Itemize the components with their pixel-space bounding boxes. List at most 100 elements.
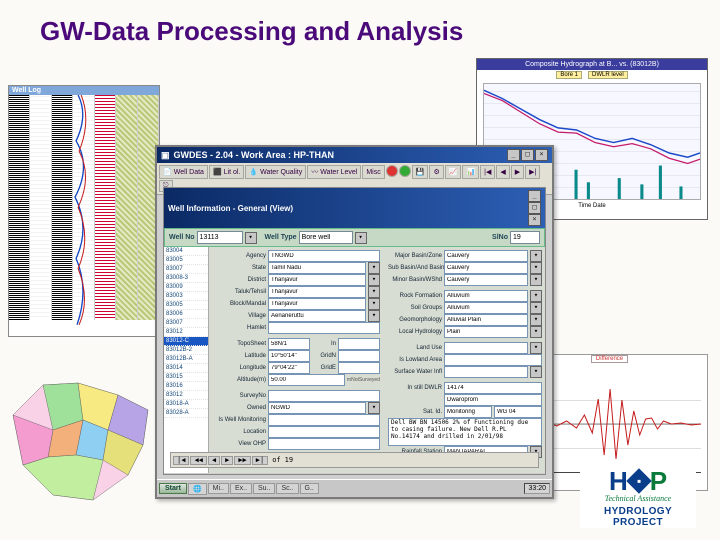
maximize-button[interactable]: □ xyxy=(521,149,534,161)
tool-lithology[interactable]: ⬛Lit ol. xyxy=(209,165,244,179)
maximize-button[interactable]: □ xyxy=(528,202,541,214)
dropdown-icon[interactable]: ▾ xyxy=(530,366,542,378)
majorbasin-input[interactable] xyxy=(444,250,528,262)
dropdown-icon[interactable]: ▾ xyxy=(530,326,542,338)
list-item[interactable]: 83005 xyxy=(164,256,208,265)
dropdown-icon[interactable]: ▾ xyxy=(368,402,380,414)
record-navigator[interactable]: |◀ ◀◀ ◀ ▶ ▶▶ ▶| of 19 xyxy=(170,452,539,468)
hamlet-input[interactable] xyxy=(268,322,380,334)
dropdown-icon[interactable]: ▾ xyxy=(530,250,542,262)
taskbar-item[interactable]: 🌐 xyxy=(188,483,207,495)
dropdown-icon[interactable]: ▾ xyxy=(530,290,542,302)
toposheet-input[interactable] xyxy=(268,338,310,350)
dwlr-input[interactable] xyxy=(444,382,542,394)
taskbar-item[interactable]: Mi.. xyxy=(208,483,229,494)
nav-fastprev-icon[interactable]: ◀◀ xyxy=(190,456,206,465)
dwlrname-input[interactable] xyxy=(444,394,542,406)
list-item[interactable]: 83005 xyxy=(164,301,208,310)
tool-chart2-icon[interactable]: 📊 xyxy=(462,165,479,179)
lowland-input[interactable] xyxy=(444,354,542,366)
soil-input[interactable] xyxy=(444,302,528,314)
nav-first-icon[interactable]: |◀ xyxy=(480,165,495,179)
welltype-input[interactable] xyxy=(299,231,353,244)
tool-chart-icon[interactable]: 📈 xyxy=(445,165,462,179)
nav-first-icon[interactable]: |◀ xyxy=(173,456,189,465)
slno-input[interactable] xyxy=(510,231,540,244)
tool-green-icon[interactable] xyxy=(399,165,411,177)
geom-input[interactable] xyxy=(444,314,528,326)
list-item[interactable]: 83012-C xyxy=(164,337,208,346)
list-item[interactable]: 83007 xyxy=(164,319,208,328)
taskbar-item[interactable]: Sc.. xyxy=(276,483,298,494)
dropdown-icon[interactable]: ▾ xyxy=(530,302,542,314)
village-input[interactable] xyxy=(268,310,366,322)
list-item[interactable]: 83012 xyxy=(164,328,208,337)
tool-misc[interactable]: Misc xyxy=(362,165,384,179)
tool-save-icon[interactable]: 💾 xyxy=(412,165,429,179)
tool-water-quality[interactable]: 💧Water Quality xyxy=(245,165,306,179)
dropdown-icon[interactable]: ▾ xyxy=(530,342,542,354)
well-list[interactable]: 83004830058300783008-3830098300383005830… xyxy=(164,247,209,473)
list-item[interactable]: 83004 xyxy=(164,247,208,256)
district-input[interactable] xyxy=(268,274,366,286)
dropdown-icon[interactable]: ▾ xyxy=(530,262,542,274)
start-button[interactable]: Start xyxy=(159,483,187,494)
lat-input[interactable] xyxy=(268,350,310,362)
survey-input[interactable] xyxy=(268,390,380,402)
list-item[interactable]: 83012B-A xyxy=(164,355,208,364)
taskbar-item[interactable]: G.. xyxy=(300,483,319,494)
block-input[interactable] xyxy=(268,298,366,310)
close-button[interactable]: × xyxy=(535,149,548,161)
gridn-input[interactable] xyxy=(338,350,380,362)
dropdown-icon[interactable]: ▾ xyxy=(245,232,257,244)
list-item[interactable]: 83015 xyxy=(164,373,208,382)
taskbar-item[interactable]: Su.. xyxy=(253,483,275,494)
satid-input[interactable] xyxy=(444,406,492,418)
nav-next-icon[interactable]: ▶ xyxy=(221,456,233,465)
inner-titlebar[interactable]: Well Information - General (View) _ □ × xyxy=(164,188,545,228)
nav-fastnext-icon[interactable]: ▶▶ xyxy=(234,456,250,465)
list-item[interactable]: 83012B-2 xyxy=(164,346,208,355)
list-item[interactable]: 83012 xyxy=(164,391,208,400)
long-input[interactable] xyxy=(268,362,310,374)
nav-prev-icon[interactable]: ◀ xyxy=(496,165,509,179)
state-input[interactable] xyxy=(268,262,366,274)
list-item[interactable]: 83018-A xyxy=(164,400,208,409)
nav-prev-icon[interactable]: ◀ xyxy=(208,456,220,465)
list-item[interactable]: 83014 xyxy=(164,364,208,373)
list-item[interactable]: 83007 xyxy=(164,265,208,274)
taluk-input[interactable] xyxy=(268,286,366,298)
landuse-input[interactable] xyxy=(444,342,528,354)
list-item[interactable]: 83008-3 xyxy=(164,274,208,283)
wellno-input[interactable] xyxy=(197,231,243,244)
window-titlebar[interactable]: ▣ GWDES - 2.04 - Work Area : HP-THAN _ □… xyxy=(157,147,552,163)
viewohp-input[interactable] xyxy=(268,438,380,450)
list-item[interactable]: 83003 xyxy=(164,292,208,301)
dropdown-icon[interactable]: ▾ xyxy=(368,298,380,310)
satcode-input[interactable] xyxy=(494,406,542,418)
list-item[interactable]: 83006 xyxy=(164,310,208,319)
taskbar-item[interactable]: Ex.. xyxy=(230,483,252,494)
indatum-input[interactable] xyxy=(338,338,380,350)
description-textarea[interactable] xyxy=(388,418,542,446)
surfwater-input[interactable] xyxy=(444,366,528,378)
tool-water-level[interactable]: 〰Water Level xyxy=(307,165,361,179)
system-tray[interactable]: 33:20 xyxy=(524,483,550,494)
nav-last-icon[interactable]: ▶| xyxy=(525,165,540,179)
tool-red-icon[interactable] xyxy=(386,165,398,177)
dropdown-icon[interactable]: ▾ xyxy=(368,274,380,286)
dropdown-icon[interactable]: ▾ xyxy=(368,286,380,298)
list-item[interactable]: 83028-A xyxy=(164,409,208,418)
dropdown-icon[interactable]: ▾ xyxy=(530,314,542,326)
dropdown-icon[interactable]: ▾ xyxy=(368,262,380,274)
alt-input[interactable] xyxy=(268,374,345,386)
agency-input[interactable] xyxy=(268,250,380,262)
location-input[interactable] xyxy=(268,426,380,438)
tool-config-icon[interactable]: ⚙ xyxy=(429,165,443,179)
nav-next-icon[interactable]: ▶ xyxy=(511,165,524,179)
minimize-button[interactable]: _ xyxy=(507,149,520,161)
minorbasin-input[interactable] xyxy=(444,274,528,286)
dropdown-icon[interactable]: ▾ xyxy=(355,232,367,244)
list-item[interactable]: 83009 xyxy=(164,283,208,292)
gride-input[interactable] xyxy=(338,362,380,374)
